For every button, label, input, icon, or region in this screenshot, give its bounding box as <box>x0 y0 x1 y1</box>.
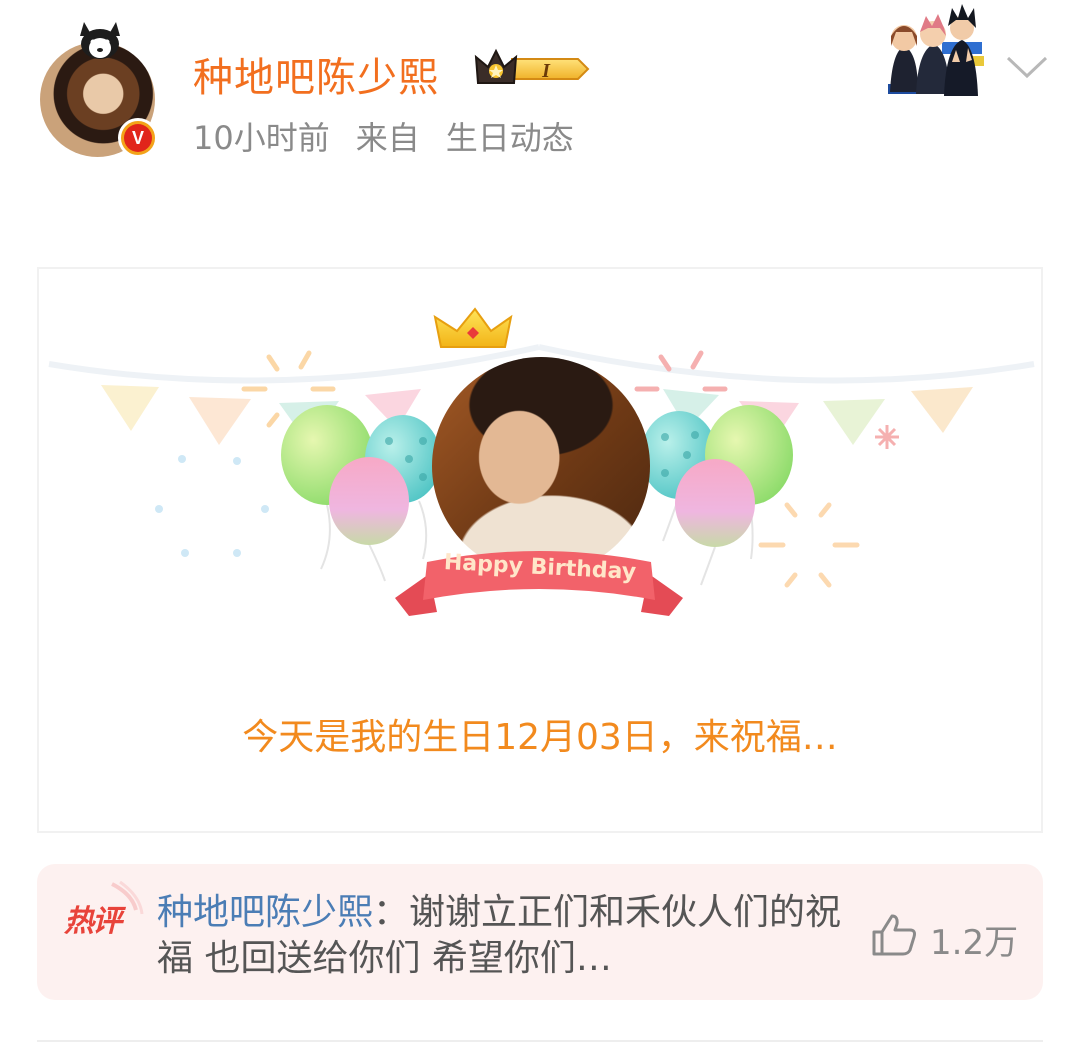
birthday-message[interactable]: 今天是我的生日12月03日，来祝福… <box>37 708 1043 760</box>
chevron-down-icon[interactable] <box>1004 52 1050 82</box>
husky-sticker-icon <box>80 22 120 59</box>
thumbs-up-icon[interactable] <box>870 910 918 958</box>
post-time: 10小时前 <box>193 119 330 157</box>
post-meta: 10小时前 来自 生日动态 <box>193 113 574 159</box>
hot-comment-body: 种地吧陈少熙：谢谢立正们和禾伙人们的祝福 也回送给你们 希望你们… <box>157 890 847 982</box>
verified-v-icon: V <box>118 118 158 158</box>
hot-comment-separator: ： <box>373 892 410 933</box>
vip-level: I <box>541 60 551 82</box>
anime-stickers-icon <box>888 4 984 96</box>
like-count: 1.2万 <box>930 923 1019 963</box>
hot-comment-tag: 热评 <box>64 904 122 939</box>
author-name[interactable]: 种地吧陈少熙 <box>193 45 439 103</box>
crown-vip-icon[interactable]: I <box>474 47 592 91</box>
post-source-prefix: 来自 <box>355 119 420 157</box>
post-source[interactable]: 生日动态 <box>446 119 574 157</box>
verified-mark: V <box>124 124 152 152</box>
hot-comment-user[interactable]: 种地吧陈少熙 <box>157 892 373 933</box>
divider <box>37 1040 1043 1042</box>
